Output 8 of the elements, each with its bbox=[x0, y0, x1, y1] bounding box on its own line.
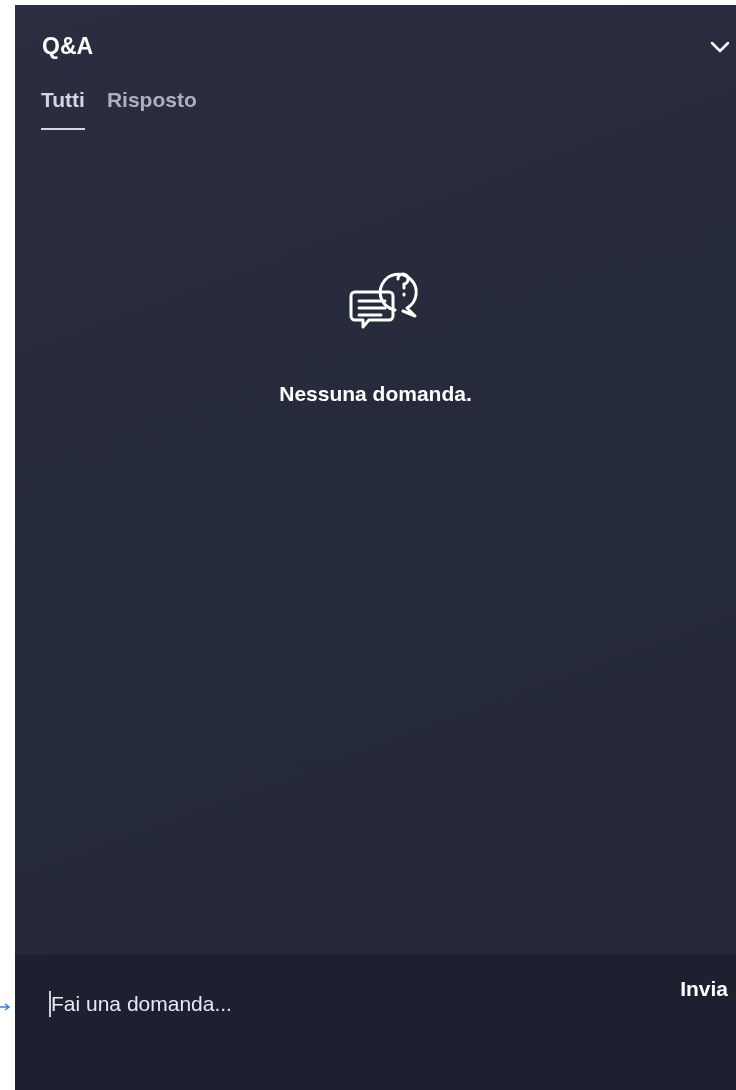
tab[interactable]: Tutti bbox=[41, 88, 85, 130]
chevron-down-icon[interactable] bbox=[710, 40, 730, 53]
arrow-icon bbox=[0, 1002, 10, 1012]
send-button[interactable]: Invia bbox=[680, 977, 728, 1001]
empty-message: Nessuna domanda. bbox=[279, 382, 472, 406]
panel-title: Q&A bbox=[42, 33, 94, 60]
tab[interactable]: Risposto bbox=[106, 88, 197, 130]
question-input[interactable]: Fai una domanda... bbox=[49, 991, 681, 1017]
